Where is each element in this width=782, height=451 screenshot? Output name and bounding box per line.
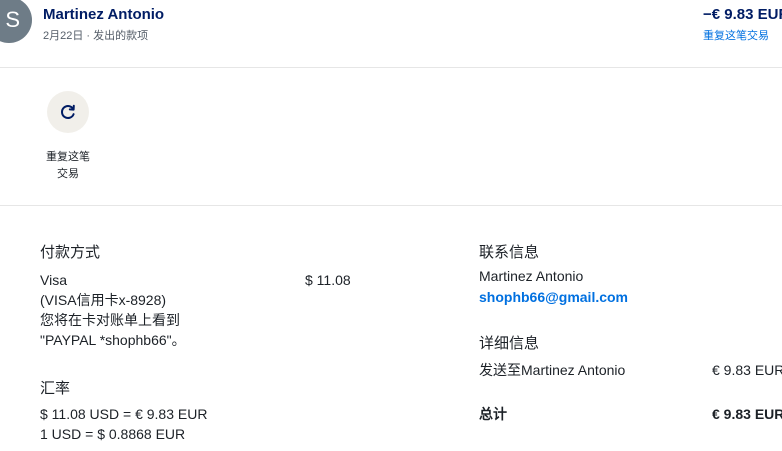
repeat-label-line2: 交易: [57, 168, 79, 180]
recipient-name: Martinez Antonio: [43, 6, 165, 23]
repeat-icon: [61, 104, 75, 119]
details-recipient-label: 发送至Martinez Antonio: [479, 362, 626, 378]
repeat-transaction-link[interactable]: 重复这笔交易: [703, 27, 769, 43]
total-label: 总计: [479, 406, 507, 422]
contact-info-heading: 联系信息: [479, 244, 540, 261]
divider: [0, 205, 782, 206]
contact-name: Martinez Antonio: [479, 268, 584, 284]
exchange-rate-block: $ 11.08 USD = € 9.83 EUR 1 USD = $ 0.886…: [40, 404, 207, 444]
transaction-amount: −€ 9.83 EUR: [703, 6, 782, 23]
details-heading: 详细信息: [479, 335, 540, 352]
avatar-letter: S: [5, 7, 20, 32]
payment-card: (VISA信用卡x-8928): [40, 292, 167, 308]
exchange-rate-line1: $ 11.08 USD = € 9.83 EUR: [40, 406, 208, 422]
details-recipient-value: € 9.83 EUR: [712, 362, 782, 378]
transaction-subtitle: 2月22日 · 发出的款项: [43, 30, 149, 42]
payment-method-name: Visa: [40, 272, 67, 288]
divider: [0, 67, 782, 68]
total-value: € 9.83 EUR: [712, 406, 782, 422]
statement-note-line1: 您将在卡对账单上看到: [40, 312, 180, 328]
contact-email[interactable]: shophb66@gmail.com: [479, 289, 628, 305]
avatar: S: [0, 0, 32, 43]
exchange-rate-line2: 1 USD = $ 0.8868 EUR: [40, 426, 186, 442]
exchange-rate-heading: 汇率: [40, 380, 71, 397]
repeat-label-line1: 重复这笔: [46, 151, 90, 163]
payment-method-block: Visa (VISA信用卡x-8928) 您将在卡对账单上看到 "PAYPAL …: [40, 270, 186, 350]
statement-note-line2: "PAYPAL *shophb66"。: [40, 332, 186, 348]
payment-method-heading: 付款方式: [40, 244, 101, 261]
repeat-transaction-label: 重复这笔 交易: [38, 149, 98, 183]
payment-amount: $ 11.08: [305, 272, 351, 288]
repeat-transaction-button[interactable]: [47, 91, 89, 133]
